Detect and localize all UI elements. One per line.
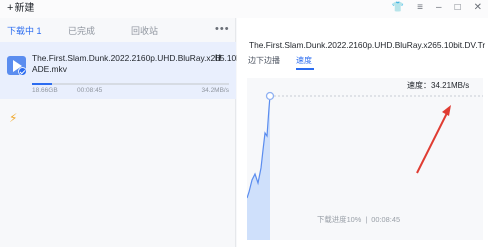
lightning-icon[interactable]: ⚡ — [9, 111, 17, 125]
tab-speed[interactable]: 速度 — [296, 56, 312, 66]
plus-icon: + — [7, 2, 14, 14]
speed-graph-point — [265, 91, 275, 101]
speed-value: 34.21MB/s — [431, 81, 470, 90]
speed-label: 速度： — [407, 81, 431, 90]
pause-icon[interactable]: II — [215, 53, 222, 63]
task-file-name: The.First.Slam.Dunk.2022.2160p.UHD.BluRa… — [32, 53, 333, 74]
check-badge-icon — [18, 67, 27, 76]
footer-separator: | — [365, 215, 368, 224]
task-progress-bar — [32, 83, 229, 85]
task-size: 18.66GB — [32, 87, 58, 94]
task-speed: 34.2MB/s — [201, 87, 229, 94]
current-speed-readout: 速度：34.21MB/s — [407, 81, 469, 91]
footer-progress: 下载进度10% — [317, 215, 362, 224]
menu-icon[interactable]: ≡ — [417, 0, 423, 16]
task-list-panel: 下载中 1 已完成 回收站 ••• The.First.Slam.Dunk.20… — [0, 18, 333, 247]
maximize-icon[interactable]: □ — [455, 0, 461, 16]
task-detail-panel: The.First.Slam.Dunk.2022.2160p.UHD.BluRa… — [237, 18, 488, 247]
task-tabs: 下载中 1 已完成 回收站 ••• — [0, 23, 236, 47]
tab-downloading[interactable]: 下载中 1 — [7, 25, 42, 37]
annotation-arrow-line — [416, 112, 448, 174]
task-row[interactable]: The.First.Slam.Dunk.2022.2160p.UHD.BluRa… — [0, 42, 333, 99]
detail-file-name: The.First.Slam.Dunk.2022.2160p.UHD.BluRa… — [249, 40, 486, 50]
task-progress-fill — [32, 83, 52, 85]
window-controls: 👕 ≡ – □ ✕ — [392, 0, 482, 16]
detail-tab-indicator — [296, 68, 314, 70]
skin-icon[interactable]: 👕 — [392, 0, 404, 16]
tab-recycle-bin[interactable]: 回收站 — [131, 25, 158, 37]
more-icon[interactable]: ••• — [215, 23, 230, 35]
annotation-arrow-head — [442, 105, 451, 116]
new-task-button[interactable]: +新建 — [7, 1, 34, 16]
footer-time: 00:08:45 — [371, 215, 401, 224]
top-toolbar: +新建 👕 ≡ – □ ✕ — [0, 0, 488, 18]
task-time-left: 00:08:45 — [77, 87, 103, 94]
speed-graph-fill — [247, 96, 270, 240]
new-task-label: 新建 — [14, 3, 35, 14]
video-file-icon — [7, 56, 27, 76]
tab-play-while-downloading[interactable]: 边下边播 — [248, 56, 280, 66]
detail-footer: 下载进度10% | 00:08:45 — [317, 215, 400, 225]
tab-completed[interactable]: 已完成 — [68, 25, 95, 37]
close-icon[interactable]: ✕ — [474, 0, 482, 16]
minimize-icon[interactable]: – — [436, 0, 442, 16]
